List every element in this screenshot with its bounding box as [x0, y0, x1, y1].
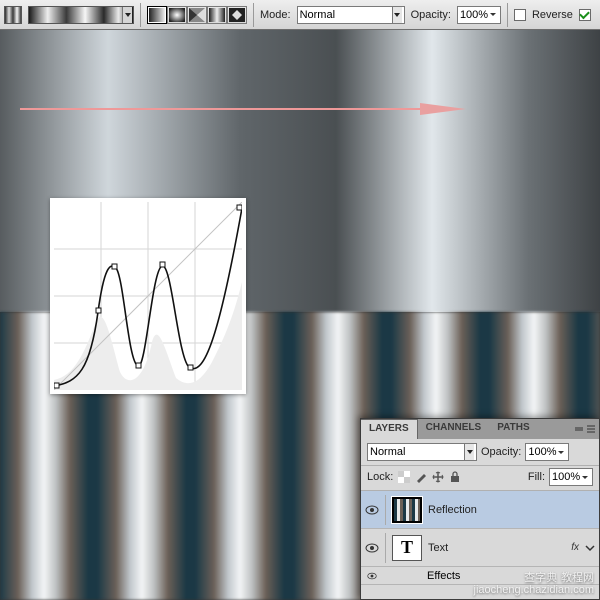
- layers-panel: LAYERS CHANNELS PATHS Normal Opacity: 10…: [360, 418, 600, 600]
- gradient-drag-indicator: [20, 102, 468, 116]
- panel-tabs: LAYERS CHANNELS PATHS: [361, 419, 599, 439]
- curves-overlay: [50, 198, 246, 394]
- separator: [140, 3, 141, 27]
- gradient-diamond-button[interactable]: [227, 6, 247, 24]
- gradient-swatch[interactable]: [4, 6, 22, 24]
- layer-row[interactable]: Reflection: [361, 491, 599, 529]
- separator: [385, 495, 386, 525]
- layer-opacity-value: 100%: [528, 446, 556, 458]
- dither-checkbox[interactable]: [579, 9, 591, 21]
- gradient-picker-dropdown[interactable]: [122, 7, 132, 23]
- separator: [507, 3, 508, 27]
- lock-all-icon[interactable]: [448, 470, 462, 484]
- visibility-eye-icon[interactable]: [365, 541, 379, 555]
- layer-opacity-input[interactable]: 100%: [525, 443, 569, 461]
- lock-pixels-icon[interactable]: [414, 470, 428, 484]
- layer-thumbnail[interactable]: T: [392, 535, 422, 561]
- gradient-type-group: [147, 6, 247, 24]
- chevron-down-icon: [464, 444, 474, 460]
- fill-label: Fill:: [528, 471, 545, 483]
- chevron-down-icon[interactable]: [585, 543, 595, 553]
- visibility-eye-icon[interactable]: [365, 503, 379, 517]
- gradient-radial-button[interactable]: [167, 6, 187, 24]
- lock-position-icon[interactable]: [431, 470, 445, 484]
- opacity-flyout-icon[interactable]: [490, 13, 498, 16]
- blend-mode-value: Normal: [300, 9, 335, 21]
- panel-collapse-icon[interactable]: [574, 424, 584, 434]
- opacity-value: 100%: [460, 9, 488, 21]
- fill-flyout-icon[interactable]: [582, 476, 590, 479]
- layer-opacity-label: Opacity:: [481, 446, 521, 458]
- reverse-checkbox[interactable]: [514, 9, 526, 21]
- layer-blend-mode-select[interactable]: Normal: [367, 443, 477, 461]
- chevron-down-icon: [392, 7, 402, 23]
- gradient-reflected-button[interactable]: [207, 6, 227, 24]
- lock-transparent-icon[interactable]: [397, 470, 411, 484]
- effects-label: Effects: [427, 570, 460, 582]
- separator: [385, 533, 386, 563]
- layer-row[interactable]: T Text fx: [361, 529, 599, 567]
- layer-name[interactable]: Text: [428, 542, 448, 554]
- reverse-label: Reverse: [532, 9, 573, 21]
- effects-row[interactable]: Effects: [361, 567, 599, 585]
- lock-label: Lock:: [367, 471, 393, 483]
- lock-buttons: [397, 470, 462, 484]
- panel-menu-icon[interactable]: [586, 424, 596, 434]
- fill-input[interactable]: 100%: [549, 468, 593, 486]
- tab-layers[interactable]: LAYERS: [361, 419, 418, 439]
- mode-label: Mode:: [260, 9, 291, 21]
- gradient-options-bar: Mode: Normal Opacity: 100% Reverse: [0, 0, 600, 30]
- gradient-linear-button[interactable]: [147, 6, 167, 24]
- visibility-eye-icon[interactable]: [367, 571, 377, 581]
- tab-channels[interactable]: CHANNELS: [418, 419, 490, 439]
- gradient-angle-button[interactable]: [187, 6, 207, 24]
- layer-name[interactable]: Reflection: [428, 504, 477, 516]
- layer-list: Reflection T Text fx Effects: [361, 491, 599, 599]
- opacity-input[interactable]: 100%: [457, 6, 501, 24]
- opacity-flyout-icon[interactable]: [558, 451, 566, 454]
- fill-value: 100%: [552, 471, 580, 483]
- blend-mode-select[interactable]: Normal: [297, 6, 405, 24]
- separator: [253, 3, 254, 27]
- tab-paths[interactable]: PATHS: [489, 419, 537, 439]
- layer-thumbnail[interactable]: [392, 497, 422, 523]
- opacity-label: Opacity:: [411, 9, 451, 21]
- fx-badge[interactable]: fx: [571, 542, 579, 553]
- layer-blend-mode-value: Normal: [370, 446, 405, 458]
- gradient-picker[interactable]: [28, 6, 134, 24]
